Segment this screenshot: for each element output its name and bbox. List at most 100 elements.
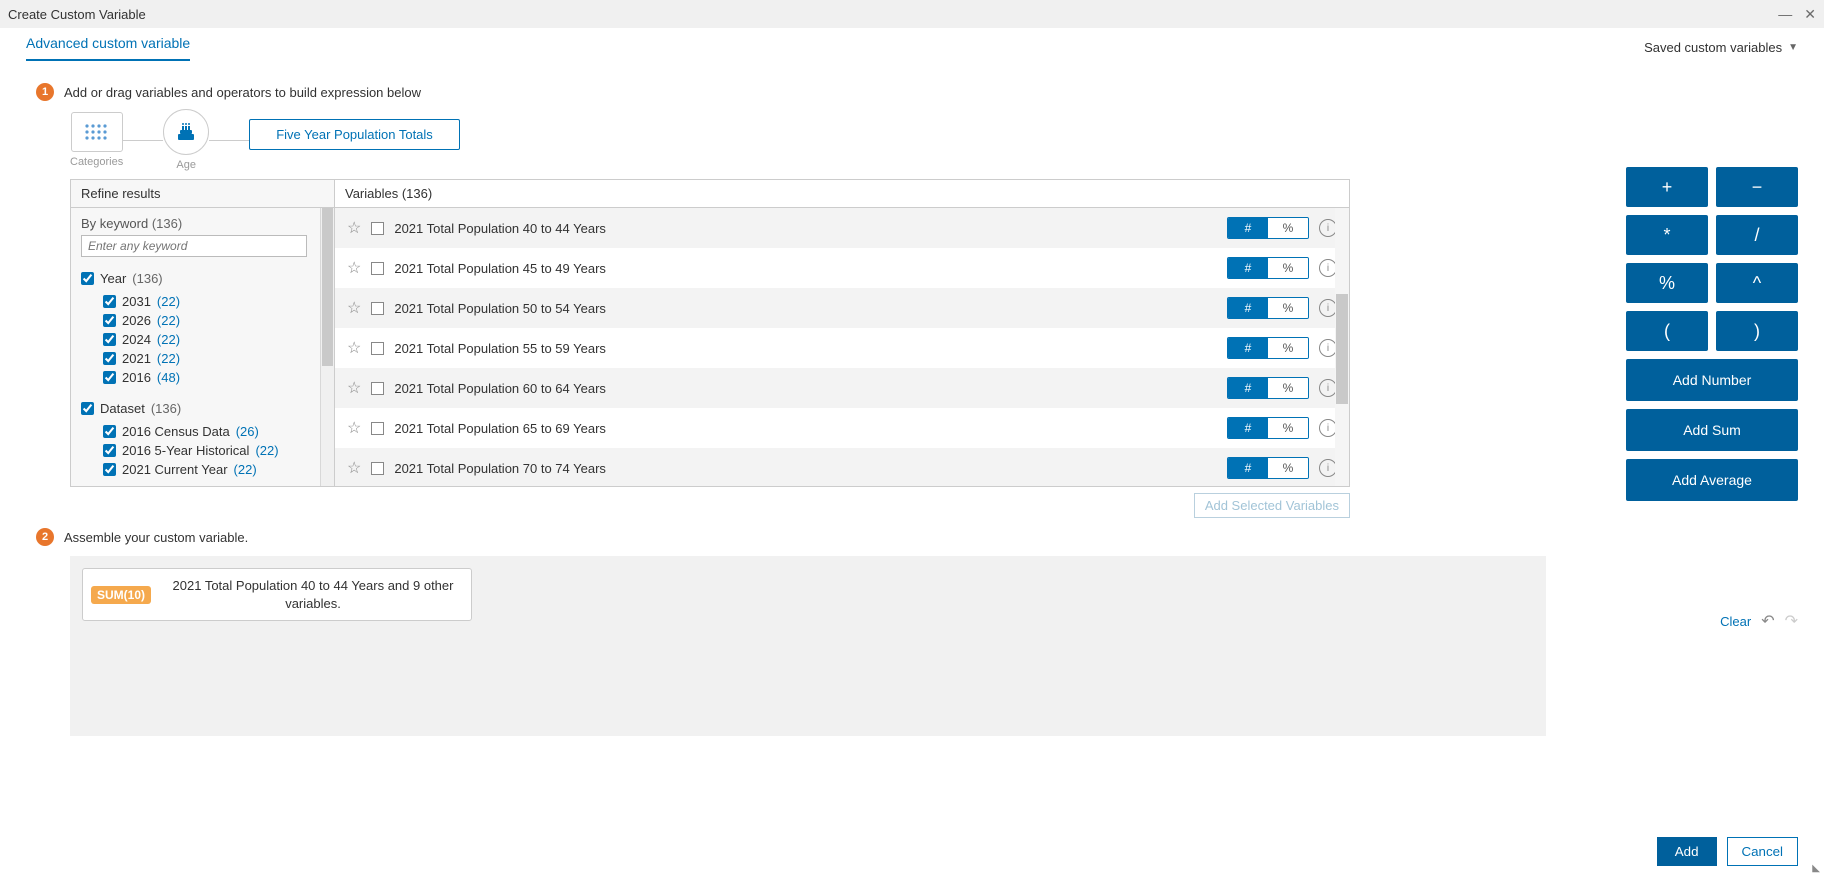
filter-checkbox[interactable] [103,314,116,327]
resize-handle[interactable]: ◢ [1811,865,1822,873]
crumb-current[interactable]: Five Year Population Totals [249,119,460,150]
dataset-checkbox[interactable] [81,402,94,415]
variable-row[interactable]: ☆ 2021 Total Population 60 to 64 Years #… [335,368,1349,408]
dataset-filter-item[interactable]: 2016 Census Data (26) [103,422,324,441]
rparen-button[interactable]: ) [1716,311,1798,351]
variables-scrollbar-thumb[interactable] [1336,294,1348,404]
percent-button[interactable]: % [1626,263,1708,303]
year-filter-item[interactable]: 2021 (22) [103,349,324,368]
add-number-button[interactable]: Add Number [1626,359,1798,401]
unit-number[interactable]: # [1228,418,1268,438]
unit-toggle[interactable]: # % [1227,337,1309,359]
variables-panel: Variables (136) ☆ 2021 Total Population … [335,180,1349,486]
variable-row[interactable]: ☆ 2021 Total Population 45 to 49 Years #… [335,248,1349,288]
plus-button[interactable]: + [1626,167,1708,207]
variable-checkbox[interactable] [371,382,384,395]
variable-checkbox[interactable] [371,342,384,355]
divide-button[interactable]: / [1716,215,1798,255]
unit-percent[interactable]: % [1268,258,1308,278]
unit-number[interactable]: # [1228,218,1268,238]
star-icon[interactable]: ☆ [347,258,361,278]
add-selected-button[interactable]: Add Selected Variables [1194,493,1350,518]
year-filter-item[interactable]: 2016 (48) [103,368,324,387]
filter-checkbox[interactable] [103,425,116,438]
unit-toggle[interactable]: # % [1227,417,1309,439]
star-icon[interactable]: ☆ [347,298,361,318]
saved-variables-dropdown[interactable]: Saved custom variables ▼ [1644,40,1798,55]
unit-number[interactable]: # [1228,378,1268,398]
dataset-filter-item[interactable]: 2021 Current Year (22) [103,460,324,479]
variable-checkbox[interactable] [371,302,384,315]
unit-percent[interactable]: % [1268,458,1308,478]
unit-percent[interactable]: % [1268,298,1308,318]
star-icon[interactable]: ☆ [347,338,361,358]
crumb-categories[interactable]: Categories [70,112,123,168]
bottom-buttons: Add Cancel [1657,837,1798,866]
variable-row[interactable]: ☆ 2021 Total Population 70 to 74 Years #… [335,448,1349,486]
variable-checkbox[interactable] [371,222,384,235]
unit-toggle[interactable]: # % [1227,457,1309,479]
unit-toggle[interactable]: # % [1227,217,1309,239]
unit-toggle[interactable]: # % [1227,257,1309,279]
unit-number[interactable]: # [1228,258,1268,278]
star-icon[interactable]: ☆ [347,378,361,398]
grid-icon [71,112,123,152]
star-icon[interactable]: ☆ [347,418,361,438]
lparen-button[interactable]: ( [1626,311,1708,351]
year-filter-item[interactable]: 2026 (22) [103,311,324,330]
variables-scrollbar[interactable] [1335,208,1349,486]
variable-row[interactable]: ☆ 2021 Total Population 65 to 69 Years #… [335,408,1349,448]
titlebar: Create Custom Variable — ✕ [0,0,1824,28]
variable-checkbox[interactable] [371,462,384,475]
clear-button[interactable]: Clear [1720,614,1751,629]
unit-percent[interactable]: % [1268,218,1308,238]
multiply-button[interactable]: * [1626,215,1708,255]
minus-button[interactable]: − [1716,167,1798,207]
redo-icon[interactable]: ↷ [1785,611,1798,631]
close-icon[interactable]: ✕ [1804,6,1816,23]
unit-number[interactable]: # [1228,338,1268,358]
unit-percent[interactable]: % [1268,338,1308,358]
unit-toggle[interactable]: # % [1227,297,1309,319]
expression-chip[interactable]: SUM(10) 2021 Total Population 40 to 44 Y… [82,568,472,621]
filter-checkbox[interactable] [103,333,116,346]
keyword-input[interactable] [81,235,307,257]
unit-percent[interactable]: % [1268,378,1308,398]
variable-checkbox[interactable] [371,422,384,435]
filter-checkbox[interactable] [103,371,116,384]
cancel-button[interactable]: Cancel [1727,837,1799,866]
cake-icon [163,109,209,155]
undo-icon[interactable]: ↶ [1761,611,1774,631]
crumb-connector [209,140,249,141]
filter-checkbox[interactable] [103,463,116,476]
filter-checkbox[interactable] [103,295,116,308]
unit-toggle[interactable]: # % [1227,377,1309,399]
chevron-down-icon: ▼ [1788,42,1798,53]
add-button[interactable]: Add [1657,837,1717,866]
unit-number[interactable]: # [1228,458,1268,478]
variable-checkbox[interactable] [371,262,384,275]
filter-checkbox[interactable] [103,352,116,365]
add-average-button[interactable]: Add Average [1626,459,1798,501]
caret-button[interactable]: ^ [1716,263,1798,303]
dataset-filter-item[interactable]: 2016 5-Year Historical (22) [103,441,324,460]
year-checkbox[interactable] [81,272,94,285]
variable-row[interactable]: ☆ 2021 Total Population 55 to 59 Years #… [335,328,1349,368]
variable-row[interactable]: ☆ 2021 Total Population 50 to 54 Years #… [335,288,1349,328]
unit-percent[interactable]: % [1268,418,1308,438]
year-filter-item[interactable]: 2031 (22) [103,292,324,311]
crumb-age[interactable]: Age [163,109,209,171]
filter-checkbox[interactable] [103,444,116,457]
tab-advanced[interactable]: Advanced custom variable [26,35,190,61]
add-sum-button[interactable]: Add Sum [1626,409,1798,451]
variable-row[interactable]: ☆ 2021 Total Population 40 to 44 Years #… [335,208,1349,248]
unit-number[interactable]: # [1228,298,1268,318]
refine-scrollbar-thumb[interactable] [322,208,333,366]
expression-area[interactable]: SUM(10) 2021 Total Population 40 to 44 Y… [70,556,1546,736]
refine-scrollbar[interactable] [320,208,334,486]
year-filter-item[interactable]: 2024 (22) [103,330,324,349]
star-icon[interactable]: ☆ [347,218,361,238]
star-icon[interactable]: ☆ [347,458,361,478]
minimize-icon[interactable]: — [1778,6,1792,23]
sum-badge: SUM(10) [91,586,151,604]
